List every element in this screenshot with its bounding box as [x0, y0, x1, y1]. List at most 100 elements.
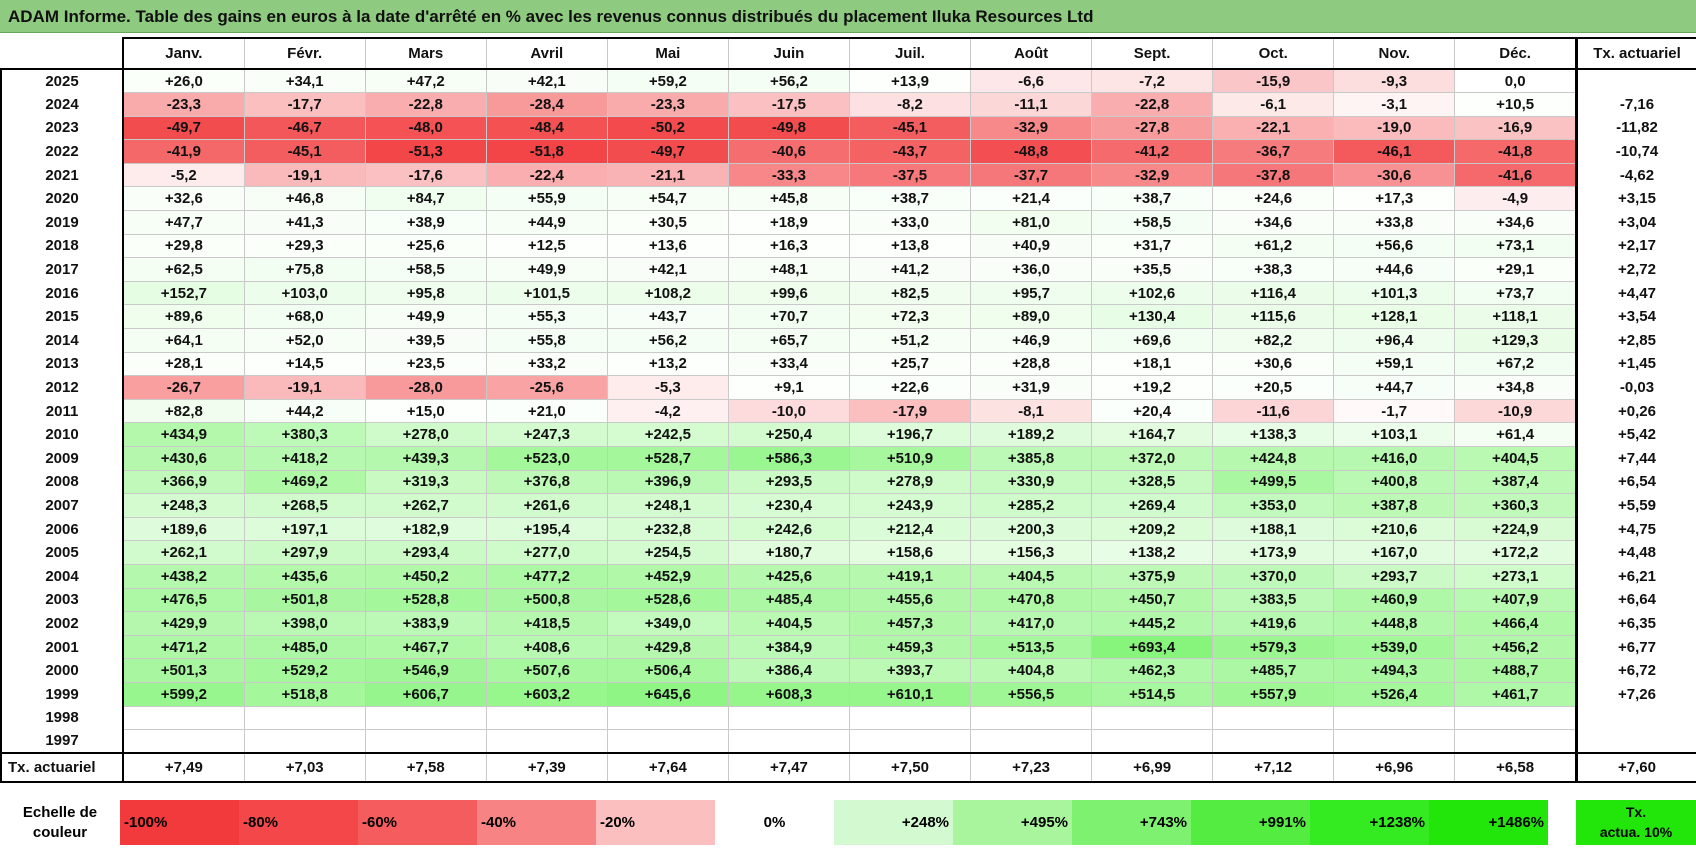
- table-cell[interactable]: +247,3: [485, 422, 608, 447]
- table-cell[interactable]: +386,4: [727, 658, 850, 683]
- table-cell[interactable]: -19,1: [243, 162, 366, 188]
- table-cell[interactable]: +31,7: [1091, 233, 1214, 259]
- table-cell[interactable]: +419,6: [1212, 611, 1335, 636]
- table-cell[interactable]: +188,1: [1212, 516, 1335, 542]
- table-cell[interactable]: -17,9: [848, 398, 972, 424]
- table-cell[interactable]: -25,6: [485, 375, 608, 400]
- row-actuarial-rate[interactable]: +3,54: [1576, 304, 1696, 329]
- table-cell[interactable]: +70,7: [727, 304, 850, 330]
- row-actuarial-rate[interactable]: +4,75: [1576, 517, 1696, 541]
- table-cell[interactable]: [606, 729, 729, 755]
- table-cell[interactable]: +138,2: [1091, 540, 1214, 565]
- table-cell[interactable]: -28,4: [485, 92, 608, 117]
- table-cell[interactable]: +195,4: [485, 516, 608, 542]
- table-cell[interactable]: +445,2: [1091, 611, 1214, 636]
- row-actuarial-rate[interactable]: +4,48: [1576, 540, 1696, 565]
- table-cell[interactable]: [727, 729, 850, 755]
- table-cell[interactable]: +293,5: [727, 469, 850, 495]
- table-cell[interactable]: +18,9: [727, 210, 850, 235]
- table-cell[interactable]: +262,7: [364, 493, 487, 518]
- table-cell[interactable]: -37,7: [970, 162, 1093, 188]
- table-cell[interactable]: -37,8: [1212, 162, 1335, 188]
- row-actuarial-rate[interactable]: +6,64: [1576, 588, 1696, 612]
- table-cell[interactable]: +28,8: [970, 351, 1093, 377]
- table-cell[interactable]: +370,0: [1212, 563, 1335, 589]
- table-cell[interactable]: +469,2: [243, 469, 366, 495]
- table-cell[interactable]: +608,3: [727, 681, 850, 707]
- table-cell[interactable]: +254,5: [606, 540, 729, 565]
- table-cell[interactable]: [1454, 705, 1578, 731]
- table-cell[interactable]: -28,0: [364, 375, 487, 400]
- table-cell[interactable]: +108,2: [606, 280, 729, 306]
- table-cell[interactable]: +173,9: [1212, 540, 1335, 565]
- table-cell[interactable]: +64,1: [122, 328, 245, 353]
- total-cell[interactable]: +7,50: [848, 752, 972, 784]
- table-cell[interactable]: -43,7: [848, 139, 972, 164]
- table-cell[interactable]: +375,9: [1091, 563, 1214, 589]
- table-cell[interactable]: +510,9: [848, 446, 972, 471]
- table-cell[interactable]: +471,2: [122, 634, 245, 660]
- table-cell[interactable]: +56,2: [727, 68, 850, 94]
- table-cell[interactable]: +10,5: [1454, 92, 1578, 117]
- table-cell[interactable]: -15,9: [1212, 68, 1335, 94]
- table-cell[interactable]: +44,2: [243, 398, 366, 424]
- row-actuarial-rate[interactable]: [1576, 706, 1696, 730]
- table-cell[interactable]: -11,6: [1212, 398, 1335, 424]
- table-cell[interactable]: [243, 705, 366, 731]
- table-cell[interactable]: +43,7: [606, 304, 729, 330]
- table-cell[interactable]: +46,9: [970, 328, 1093, 353]
- total-cell[interactable]: +6,58: [1454, 752, 1578, 784]
- table-cell[interactable]: -32,9: [970, 115, 1093, 141]
- table-cell[interactable]: -5,3: [606, 375, 729, 400]
- table-cell[interactable]: +22,6: [848, 375, 972, 400]
- table-cell[interactable]: +393,7: [848, 658, 972, 683]
- row-actuarial-rate[interactable]: [1576, 729, 1696, 755]
- table-cell[interactable]: -48,4: [485, 115, 608, 141]
- table-cell[interactable]: +457,3: [848, 611, 972, 636]
- table-cell[interactable]: +485,7: [1212, 658, 1335, 683]
- table-cell[interactable]: +430,6: [122, 446, 245, 471]
- table-cell[interactable]: +376,8: [485, 469, 608, 495]
- table-cell[interactable]: +404,5: [970, 563, 1093, 589]
- table-cell[interactable]: +477,2: [485, 563, 608, 589]
- table-cell[interactable]: +29,3: [243, 233, 366, 259]
- table-cell[interactable]: +261,6: [485, 493, 608, 518]
- table-cell[interactable]: +75,8: [243, 257, 366, 282]
- table-cell[interactable]: +34,8: [1454, 375, 1578, 400]
- row-actuarial-rate[interactable]: +6,35: [1576, 611, 1696, 636]
- table-cell[interactable]: +95,7: [970, 280, 1093, 306]
- table-cell[interactable]: +435,6: [243, 563, 366, 589]
- table-cell[interactable]: +557,9: [1212, 681, 1335, 707]
- table-cell[interactable]: +95,8: [364, 280, 487, 306]
- table-cell[interactable]: +462,3: [1091, 658, 1214, 683]
- table-cell[interactable]: +33,4: [727, 351, 850, 377]
- table-cell[interactable]: +38,7: [1091, 186, 1214, 212]
- table-cell[interactable]: +13,2: [606, 351, 729, 377]
- table-cell[interactable]: +224,9: [1454, 516, 1578, 542]
- table-cell[interactable]: +44,7: [1333, 375, 1456, 400]
- table-cell[interactable]: +24,6: [1212, 186, 1335, 212]
- table-cell[interactable]: +16,3: [727, 233, 850, 259]
- table-cell[interactable]: +404,8: [970, 658, 1093, 683]
- table-cell[interactable]: +528,6: [606, 587, 729, 613]
- table-cell[interactable]: -41,8: [1454, 139, 1578, 164]
- table-cell[interactable]: [243, 729, 366, 755]
- table-cell[interactable]: +387,4: [1454, 469, 1578, 495]
- row-actuarial-rate[interactable]: +2,85: [1576, 328, 1696, 353]
- table-cell[interactable]: +273,1: [1454, 563, 1578, 589]
- row-actuarial-rate[interactable]: +6,72: [1576, 658, 1696, 683]
- table-cell[interactable]: -40,6: [727, 139, 850, 164]
- table-cell[interactable]: +470,8: [970, 587, 1093, 613]
- table-cell[interactable]: -49,7: [122, 115, 245, 141]
- table-cell[interactable]: +45,8: [727, 186, 850, 212]
- table-cell[interactable]: +387,8: [1333, 493, 1456, 518]
- row-actuarial-rate[interactable]: [1576, 69, 1696, 93]
- overall-actuarial-rate[interactable]: +7,60: [1576, 752, 1696, 784]
- table-cell[interactable]: +89,6: [122, 304, 245, 330]
- table-cell[interactable]: +28,1: [122, 351, 245, 377]
- table-cell[interactable]: +36,0: [970, 257, 1093, 282]
- table-cell[interactable]: +58,5: [1091, 210, 1214, 235]
- table-cell[interactable]: +455,6: [848, 587, 972, 613]
- table-cell[interactable]: +693,4: [1091, 634, 1214, 660]
- table-cell[interactable]: +506,4: [606, 658, 729, 683]
